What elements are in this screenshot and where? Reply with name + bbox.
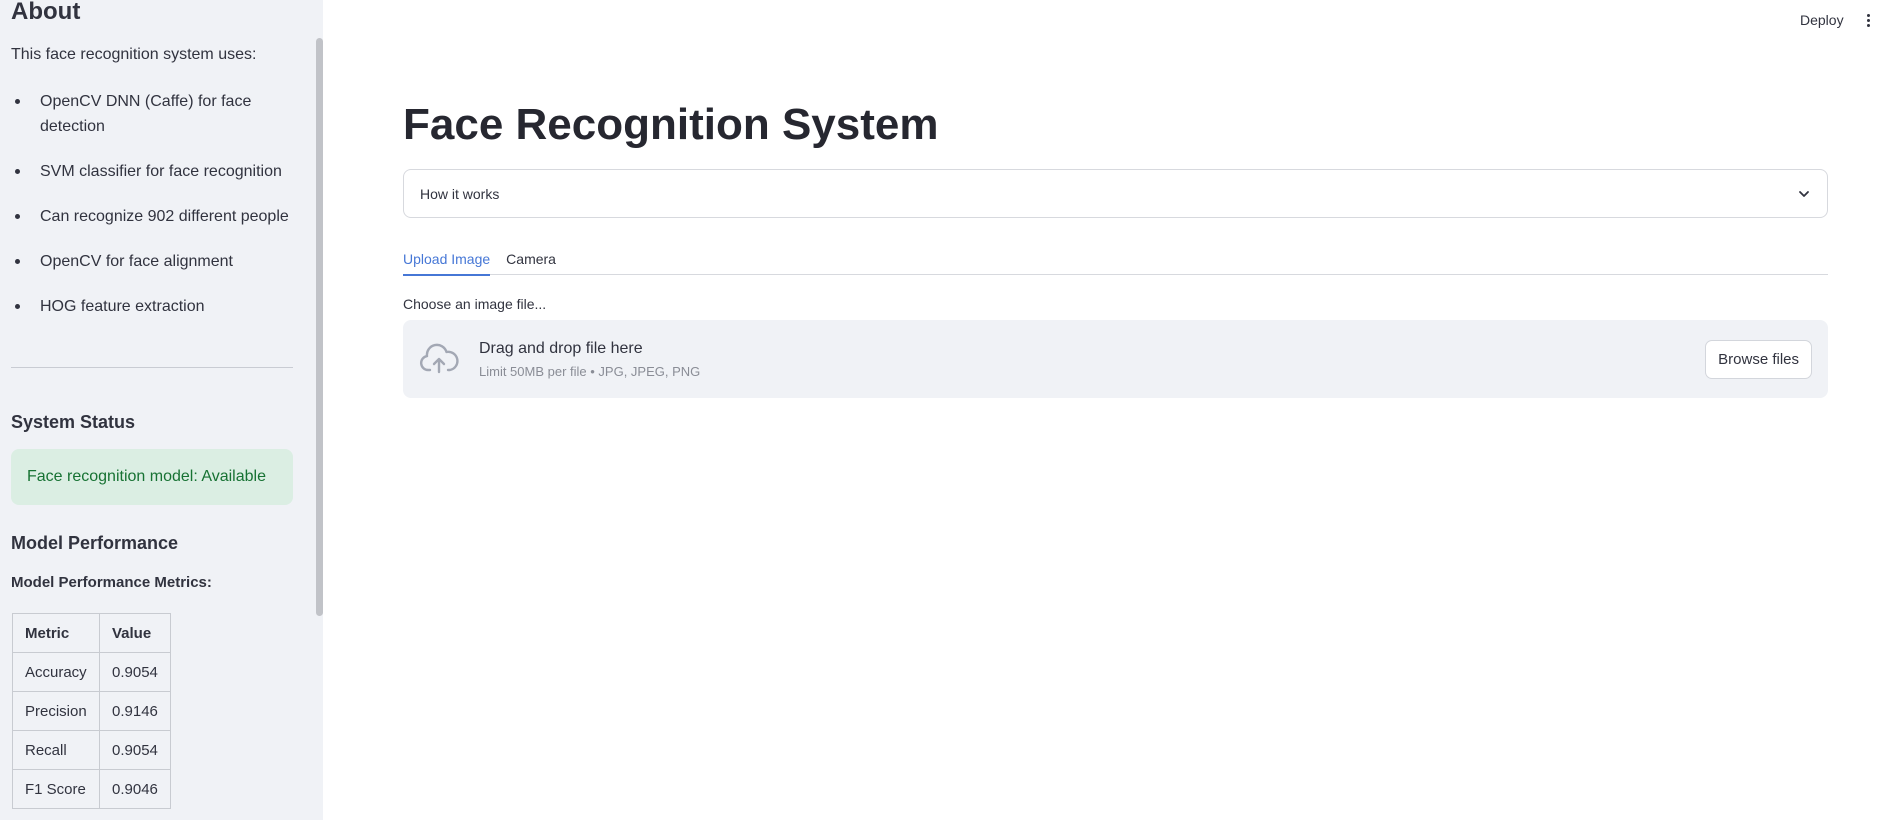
file-dropzone[interactable]: Drag and drop file here Limit 50MB per f… xyxy=(403,320,1828,398)
metric-value: 0.9046 xyxy=(99,769,171,809)
browse-files-button[interactable]: Browse files xyxy=(1705,340,1812,379)
table-row: Precision 0.9146 xyxy=(12,691,171,731)
metric-value: 0.9054 xyxy=(99,730,171,770)
metric-name: Precision xyxy=(12,691,100,731)
deploy-button[interactable]: Deploy xyxy=(1800,12,1844,28)
how-it-works-expander[interactable]: How it works xyxy=(403,169,1828,218)
about-heading: About xyxy=(11,0,81,25)
table-row: Accuracy 0.9054 xyxy=(12,652,171,692)
list-item: Can recognize 902 different people xyxy=(11,204,293,229)
page-title: Face Recognition System xyxy=(403,100,939,149)
status-message: Face recognition model: Available xyxy=(27,468,266,485)
column-header-metric: Metric xyxy=(12,613,100,653)
cloud-upload-icon xyxy=(419,343,459,374)
kebab-menu-icon[interactable] xyxy=(1862,13,1874,31)
metrics-subtitle: Model Performance Metrics: xyxy=(11,574,212,591)
tab-upload-image[interactable]: Upload Image xyxy=(403,243,491,276)
file-uploader-label: Choose an image file... xyxy=(403,296,547,312)
list-item: OpenCV for face alignment xyxy=(11,249,293,274)
sidebar-scrollbar[interactable] xyxy=(316,38,323,616)
tab-camera[interactable]: Camera xyxy=(506,243,556,275)
tab-bar: Upload Image Camera xyxy=(403,243,1828,276)
chevron-down-icon xyxy=(1799,190,1809,197)
metrics-table: Metric Value Accuracy 0.9054 Precision 0… xyxy=(12,613,171,809)
sidebar-divider xyxy=(11,367,293,368)
feature-list: OpenCV DNN (Caffe) for face detection SV… xyxy=(11,89,293,339)
drag-drop-text: Drag and drop file here xyxy=(479,339,643,357)
status-success-alert: Face recognition model: Available xyxy=(11,449,293,505)
about-intro: This face recognition system uses: xyxy=(11,46,257,63)
metric-value: 0.9054 xyxy=(99,652,171,692)
column-header-value: Value xyxy=(99,613,171,653)
metric-name: Recall xyxy=(12,730,100,770)
table-row: Recall 0.9054 xyxy=(12,730,171,770)
expander-label: How it works xyxy=(420,185,500,202)
table-header-row: Metric Value xyxy=(12,613,171,653)
list-item: HOG feature extraction xyxy=(11,294,293,319)
file-limit-text: Limit 50MB per file • JPG, JPEG, PNG xyxy=(479,363,701,379)
metric-name: Accuracy xyxy=(12,652,100,692)
model-performance-heading: Model Performance xyxy=(11,533,179,553)
list-item: OpenCV DNN (Caffe) for face detection xyxy=(11,89,293,139)
metric-name: F1 Score xyxy=(12,769,100,809)
metric-value: 0.9146 xyxy=(99,691,171,731)
table-row: F1 Score 0.9046 xyxy=(12,769,171,809)
sidebar: About This face recognition system uses:… xyxy=(0,0,323,820)
list-item: SVM classifier for face recognition xyxy=(11,159,293,184)
system-status-heading: System Status xyxy=(11,412,136,432)
dropzone-text: Drag and drop file here Limit 50MB per f… xyxy=(479,340,700,379)
